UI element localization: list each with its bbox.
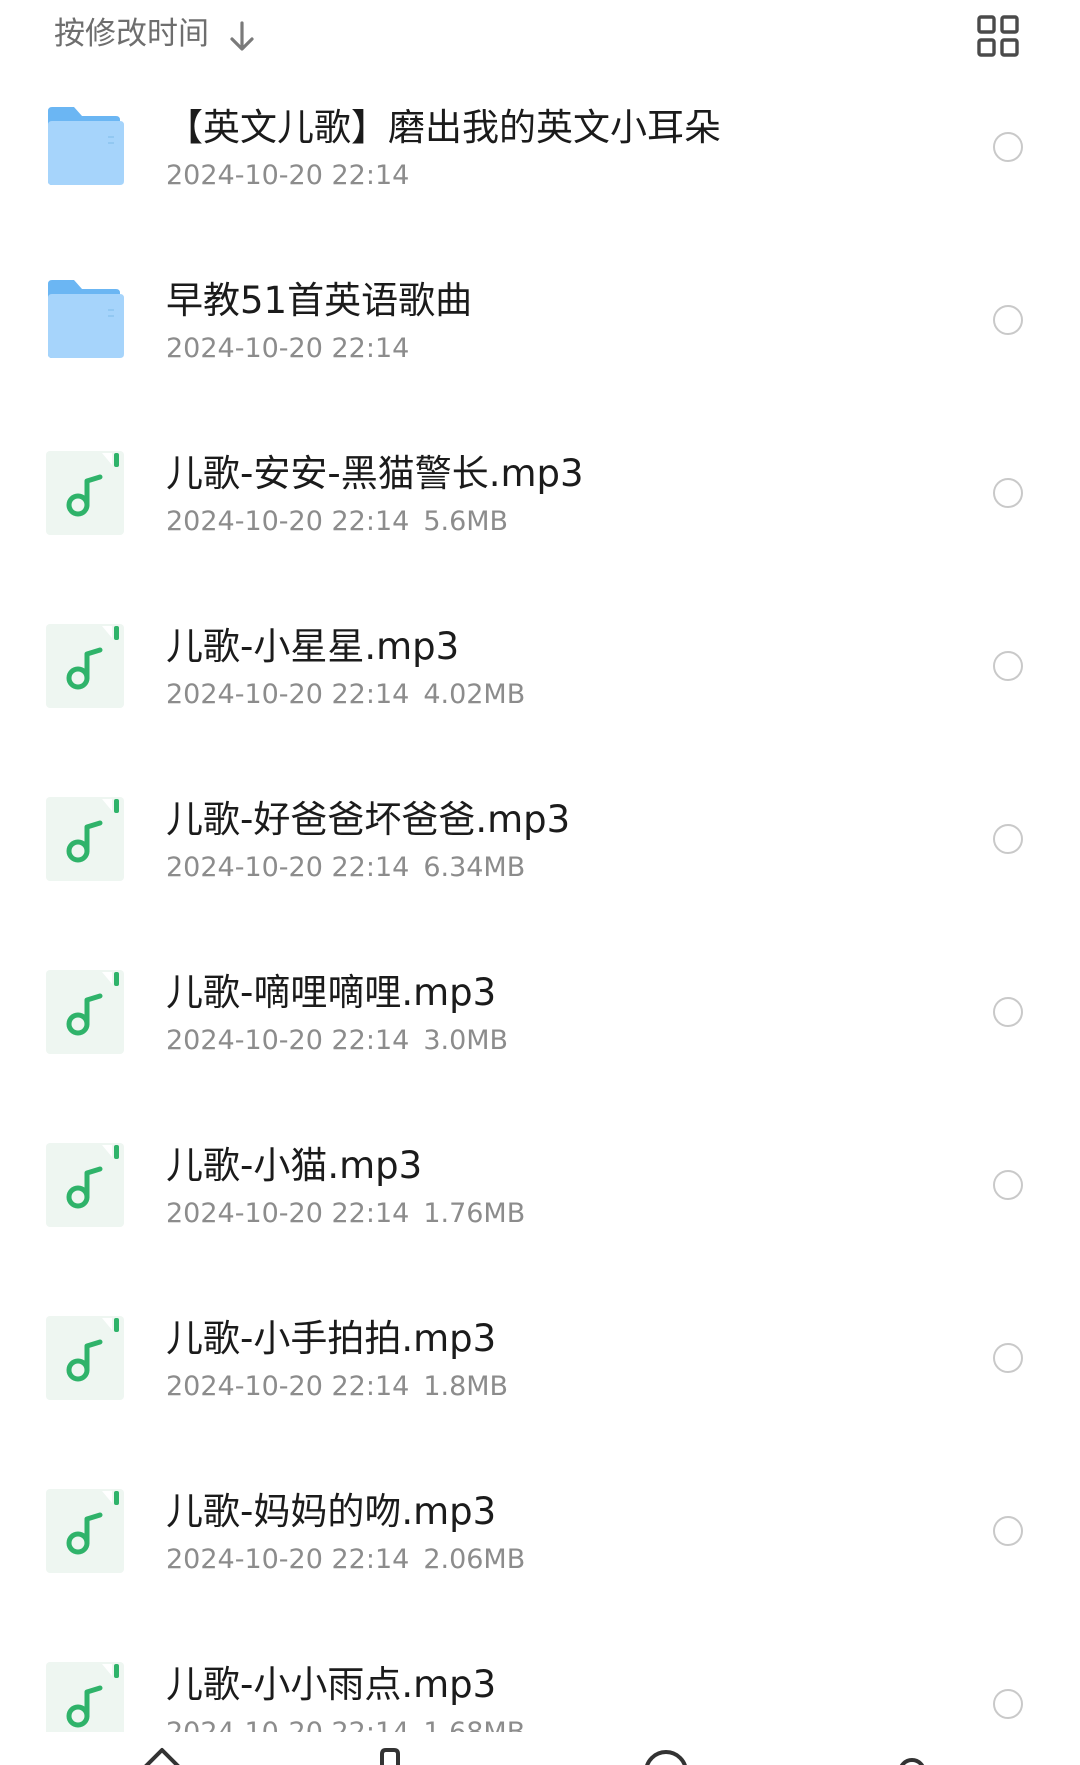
file-name: 儿歌-妈妈的吻.mp3: [166, 1490, 497, 1533]
select-radio[interactable]: [993, 305, 1023, 335]
modified-date: 2024-10-20 22:14: [166, 852, 410, 883]
modified-date: 2024-10-20 22:14: [166, 1717, 409, 1732]
file-name: 儿歌-小手拍拍.mp3: [166, 1317, 497, 1360]
music-note-icon: [46, 451, 124, 535]
file-meta: 2024-10-20 22:14 6.34MB: [166, 850, 525, 886]
select-radio[interactable]: [993, 997, 1023, 1027]
file-size: 4.02MB: [423, 679, 526, 710]
file-row[interactable]: 儿歌-小星星.mp3 2024-10-20 22:14 4.02MB: [0, 595, 1080, 768]
arrow-down-icon[interactable]: [226, 20, 258, 54]
modified-date: 2024-10-20 22:14: [166, 1025, 410, 1056]
modified-date: 2024-10-20 22:14: [166, 679, 410, 710]
file-row[interactable]: 儿歌-好爸爸坏爸爸.mp3 2024-10-20 22:14 6.34MB: [0, 768, 1080, 941]
file-row[interactable]: 儿歌-小猫.mp3 2024-10-20 22:14 1.76MB: [0, 1114, 1080, 1287]
file-name: 儿歌-安安-黑猫警长.mp3: [166, 452, 584, 495]
folder-icon: [48, 107, 124, 185]
profile-icon[interactable]: [882, 1742, 942, 1765]
file-name: 儿歌-小星星.mp3: [166, 625, 460, 668]
music-note-icon: [46, 1143, 124, 1227]
bottom-navigation: [0, 1740, 1080, 1765]
file-name: 儿歌-小小雨点.mp3: [166, 1663, 497, 1706]
file-meta: 2024-10-20 22:14 4.02MB: [166, 677, 525, 713]
file-size: 1.76MB: [423, 1198, 526, 1229]
music-note-icon: [46, 1489, 124, 1573]
folder-icon: [48, 280, 124, 358]
file-meta: 2024-10-20 22:14 2.06MB: [166, 1542, 525, 1578]
file-meta: 2024-10-20 22:14 1.68MB: [166, 1715, 525, 1732]
select-radio[interactable]: [993, 1516, 1023, 1546]
compass-icon[interactable]: [636, 1742, 696, 1765]
select-radio[interactable]: [993, 651, 1023, 681]
file-name: 儿歌-好爸爸坏爸爸.mp3: [166, 798, 571, 841]
file-meta: 2024-10-20 22:14 3.0MB: [166, 1023, 508, 1059]
file-size: 1.68MB: [423, 1717, 525, 1732]
file-meta: 2024-10-20 22:14 5.6MB: [166, 504, 508, 540]
select-radio[interactable]: [993, 132, 1023, 162]
file-manager-screen: 按修改时间 【英文儿歌】磨出我的英文小耳朵 2024-10-20 22:14 早教5…: [0, 0, 1080, 1765]
music-note-icon: [46, 1316, 124, 1400]
file-row[interactable]: 儿歌-安安-黑猫警长.mp3 2024-10-20 22:14 5.6MB: [0, 422, 1080, 595]
music-note-icon: [46, 1662, 124, 1732]
file-meta: 2024-10-20 22:14 1.76MB: [166, 1196, 525, 1232]
select-radio[interactable]: [993, 1689, 1023, 1719]
file-name: 儿歌-小猫.mp3: [166, 1144, 423, 1187]
file-row[interactable]: 儿歌-小小雨点.mp3 2024-10-20 22:14 1.68MB: [0, 1633, 1080, 1732]
select-radio[interactable]: [993, 478, 1023, 508]
file-meta: 2024-10-20 22:14: [166, 158, 409, 194]
file-size: 3.0MB: [423, 1025, 509, 1056]
modified-date: 2024-10-20 22:14: [166, 1198, 410, 1229]
music-note-icon: [46, 624, 124, 708]
home-icon[interactable]: [132, 1742, 192, 1765]
select-radio[interactable]: [993, 824, 1023, 854]
file-size: 6.34MB: [423, 852, 526, 883]
modified-date: 2024-10-20 22:14: [166, 1544, 410, 1575]
folder-row[interactable]: 【英文儿歌】磨出我的英文小耳朵 2024-10-20 22:14: [0, 76, 1080, 249]
select-radio[interactable]: [993, 1170, 1023, 1200]
folder-row[interactable]: 早教51首英语歌曲 2024-10-20 22:14: [0, 249, 1080, 422]
file-row[interactable]: 儿歌-妈妈的吻.mp3 2024-10-20 22:14 2.06MB: [0, 1460, 1080, 1633]
sort-bar: 按修改时间: [0, 0, 1080, 72]
grid-view-icon[interactable]: [976, 14, 1020, 58]
file-list: 【英文儿歌】磨出我的英文小耳朵 2024-10-20 22:14 早教51首英语歌曲…: [0, 76, 1080, 1732]
file-row[interactable]: 儿歌-嘀哩嘀哩.mp3 2024-10-20 22:14 3.0MB: [0, 941, 1080, 1114]
modified-date: 2024-10-20 22:14: [166, 1371, 410, 1402]
music-note-icon: [46, 797, 124, 881]
sort-by-modified-time[interactable]: 按修改时间: [54, 14, 209, 54]
document-icon[interactable]: [360, 1742, 420, 1765]
select-radio[interactable]: [993, 1343, 1023, 1373]
modified-date: 2024-10-20 22:14: [166, 333, 410, 364]
file-name: 【英文儿歌】磨出我的英文小耳朵: [166, 106, 721, 149]
file-size: 2.06MB: [423, 1544, 526, 1575]
file-row[interactable]: 儿歌-小手拍拍.mp3 2024-10-20 22:14 1.8MB: [0, 1287, 1080, 1460]
file-size: 5.6MB: [423, 506, 509, 537]
modified-date: 2024-10-20 22:14: [166, 160, 410, 191]
file-name: 儿歌-嘀哩嘀哩.mp3: [166, 971, 497, 1014]
file-meta: 2024-10-20 22:14 1.8MB: [166, 1369, 508, 1405]
file-size: 1.8MB: [423, 1371, 509, 1402]
modified-date: 2024-10-20 22:14: [166, 506, 410, 537]
file-name: 早教51首英语歌曲: [166, 279, 473, 322]
music-note-icon: [46, 970, 124, 1054]
file-meta: 2024-10-20 22:14: [166, 331, 409, 367]
